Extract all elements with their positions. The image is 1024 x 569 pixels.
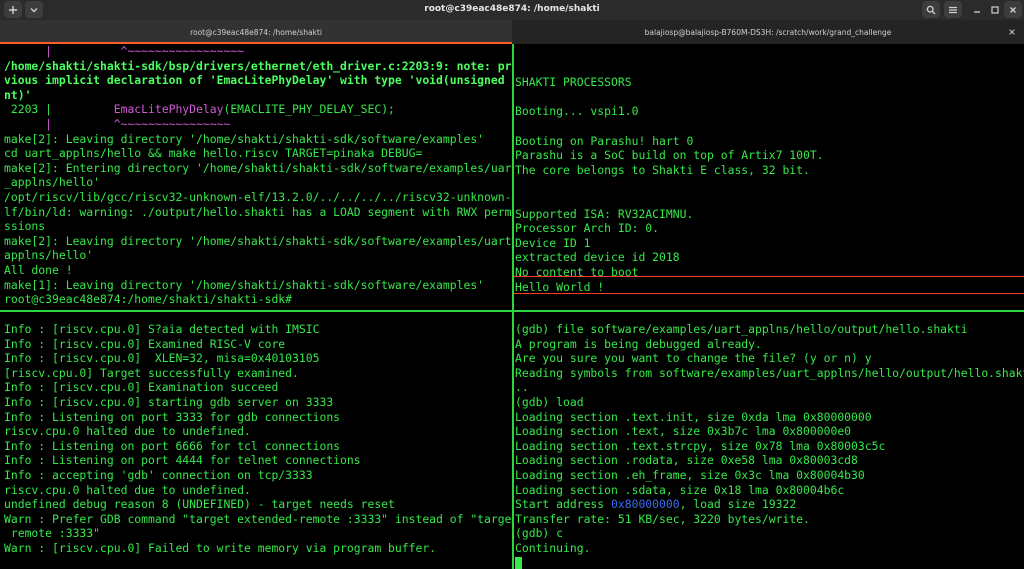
terminal-line: | ^~~~~~~~~~~~~~~~~	[4, 116, 231, 131]
cursor-block	[515, 556, 522, 569]
terminal-line: _applns/hello'	[4, 175, 101, 190]
terminal-line: Info : Listening on port 3333 for gdb co…	[4, 409, 341, 424]
search-button[interactable]	[922, 1, 940, 18]
terminal-pane-build-output[interactable]: | ^~~~~~~~~~~~~~~~~~/home/shakti/shakti-…	[4, 44, 512, 310]
terminal-line: Are you sure you want to change the file…	[515, 351, 872, 366]
terminal-line: extracted device id 2018	[515, 250, 680, 265]
terminal-line: nt)'	[4, 87, 32, 102]
terminal-line: Loading section .sdata, size 0x18 lma 0x…	[515, 482, 845, 497]
terminal-line: Loading section .eh_frame, size 0x3c lma…	[515, 467, 865, 482]
window-titlebar: root@c39eac48e874: /home/shakti	[0, 0, 1024, 20]
terminal-cursor	[515, 556, 1024, 569]
terminal-pane-openocd[interactable]: Info : [riscv.cpu.0] S?aia detected with…	[4, 320, 512, 569]
terminal-line: ssions	[4, 219, 46, 234]
terminal-line: Loading section .text.init, size 0xda lm…	[515, 409, 872, 424]
tab-label: balajiosp@balajiosp-B760M-DS3H: /scratch…	[644, 27, 892, 37]
terminal-line: Reading symbols from software/examples/u…	[515, 365, 1024, 380]
terminal-line: Info : [riscv.cpu.0] starting gdb server…	[4, 394, 334, 409]
terminal-line: Device ID 1	[515, 235, 591, 250]
window-title: root@c39eac48e874: /home/shakti	[424, 4, 600, 14]
terminal-line: No content to boot	[515, 264, 639, 279]
terminal-line: Info : accepting 'gdb' connection on tcp…	[4, 467, 313, 482]
pane-divider-vertical[interactable]	[512, 44, 514, 569]
terminal-line: remote :3333"	[4, 526, 101, 541]
terminal-line: riscv.cpu.0 halted due to undefined.	[4, 482, 251, 497]
terminal-line: A program is being debugged already.	[515, 336, 762, 351]
terminal-line: make[1]: Leaving directory '/home/shakti…	[4, 277, 485, 292]
terminal-line: 2203 | EmacLitePhyDelay(EMACLITE_PHY_DEL…	[4, 102, 395, 117]
terminal-line: root@c39eac48e874:/home/shakti/shakti-sd…	[4, 292, 293, 307]
close-icon[interactable]	[1008, 28, 1016, 36]
terminal-line: Continuing.	[515, 540, 591, 555]
terminal-line: Processor Arch ID: 0.	[515, 221, 660, 236]
tab-root-shakti[interactable]: root@c39eac48e874: /home/shakti	[0, 20, 512, 44]
terminal-line: Start address 0x80000000, load size 1932…	[515, 497, 797, 512]
maximize-button[interactable]	[986, 1, 1004, 18]
terminal-line: Warn : [riscv.cpu.0] Failed to write mem…	[4, 540, 437, 555]
terminal-line: (gdb) load	[515, 394, 584, 409]
terminal-line: Supported ISA: RV32ACIMNU.	[515, 206, 694, 221]
terminal-line: Info : [riscv.cpu.0] Examination succeed	[4, 380, 279, 395]
terminal-line: SHAKTI PROCESSORS	[515, 75, 632, 90]
tab-label: root@c39eac48e874: /home/shakti	[190, 27, 322, 37]
terminal-line: make[2]: Leaving directory '/home/shakti…	[4, 233, 512, 248]
terminal-line: Parashu is a SoC build on top of Artix7 …	[515, 148, 824, 163]
terminal-line: vious implicit declaration of 'EmacLiteP…	[4, 73, 512, 88]
tab-balajiosp-grand-challenge[interactable]: balajiosp@balajiosp-B760M-DS3H: /scratch…	[512, 20, 1024, 44]
hamburger-menu-button[interactable]	[944, 1, 962, 18]
terminal-line: applns/hello'	[4, 248, 94, 263]
terminal-line: Loading section .text.strcpy, size 0x78 …	[515, 438, 886, 453]
terminal-line: | ^~~~~~~~~~~~~~~~~~	[4, 44, 245, 58]
terminal-line: cd uart_applns/hello && make hello.riscv…	[4, 146, 423, 161]
terminal-line: (gdb) c	[515, 526, 564, 541]
highlight-bottom-border	[514, 293, 1024, 294]
terminal-line: lf/bin/ld: warning: ./output/hello.shakt…	[4, 204, 512, 219]
terminal-line: Booting... vspi1.0	[515, 104, 639, 119]
terminal-line: The core belongs to Shakti E class, 32 b…	[515, 162, 810, 177]
terminal-line: make[2]: Entering directory '/home/shakt…	[4, 160, 512, 175]
terminal-line: (gdb) file software/examples/uart_applns…	[515, 322, 968, 336]
terminal-line: ..	[515, 380, 529, 395]
terminal-line: All done !	[4, 262, 73, 277]
terminal-line: /opt/riscv/lib/gcc/riscv32-unknown-elf/1…	[4, 189, 512, 204]
close-window-button[interactable]	[1004, 1, 1022, 18]
terminal-line: Transfer rate: 51 KB/sec, 3220 bytes/wri…	[515, 511, 810, 526]
terminal-line: Info : [riscv.cpu.0] Examined RISC-V cor…	[4, 336, 286, 351]
terminal-line: Info : [riscv.cpu.0] XLEN=32, misa=0x401…	[4, 351, 320, 366]
highlight-top-border	[514, 276, 1024, 277]
terminal-pane-gdb[interactable]: (gdb) file software/examples/uart_applns…	[515, 320, 1024, 569]
minimize-button[interactable]	[968, 1, 986, 18]
terminal-line: Loading section .text, size 0x3b7c lma 0…	[515, 424, 852, 439]
maximize-icon	[991, 5, 999, 14]
tab-bar: root@c39eac48e874: /home/shakti balajios…	[0, 20, 1024, 44]
terminal-line: riscv.cpu.0 halted due to undefined.	[4, 424, 251, 439]
terminal-pane-uart-console[interactable]: SHAKTI PROCESSORS Booting... vspi1.0 Booti…	[515, 44, 1024, 310]
terminal-line: Booting on Parashu! hart 0	[515, 133, 694, 148]
terminal-line: Warn : Prefer GDB command "target extend…	[4, 511, 512, 526]
terminal-line: make[2]: Leaving directory '/home/shakti…	[4, 131, 485, 146]
terminal-line: Info : Listening on port 4444 for telnet…	[4, 453, 361, 468]
hamburger-icon	[949, 6, 957, 13]
pane-divider-horizontal[interactable]	[0, 310, 1024, 312]
terminal-line: Hello World !	[515, 279, 605, 294]
terminal-line: [riscv.cpu.0] Target successfully examin…	[4, 365, 299, 380]
terminal-line: Info : Listening on port 6666 for tcl co…	[4, 438, 341, 453]
terminal-line: Loading section .rodata, size 0xe58 lma …	[515, 453, 858, 468]
minimize-icon	[974, 10, 980, 13]
search-icon	[926, 5, 936, 14]
close-icon	[1010, 6, 1016, 13]
terminal-line: Info : [riscv.cpu.0] S?aia detected with…	[4, 322, 320, 336]
terminal-line: /home/shakti/shakti-sdk/bsp/drivers/ethe…	[4, 58, 512, 73]
terminal-line: undefined debug reason 8 (UNDEFINED) - t…	[4, 497, 395, 512]
